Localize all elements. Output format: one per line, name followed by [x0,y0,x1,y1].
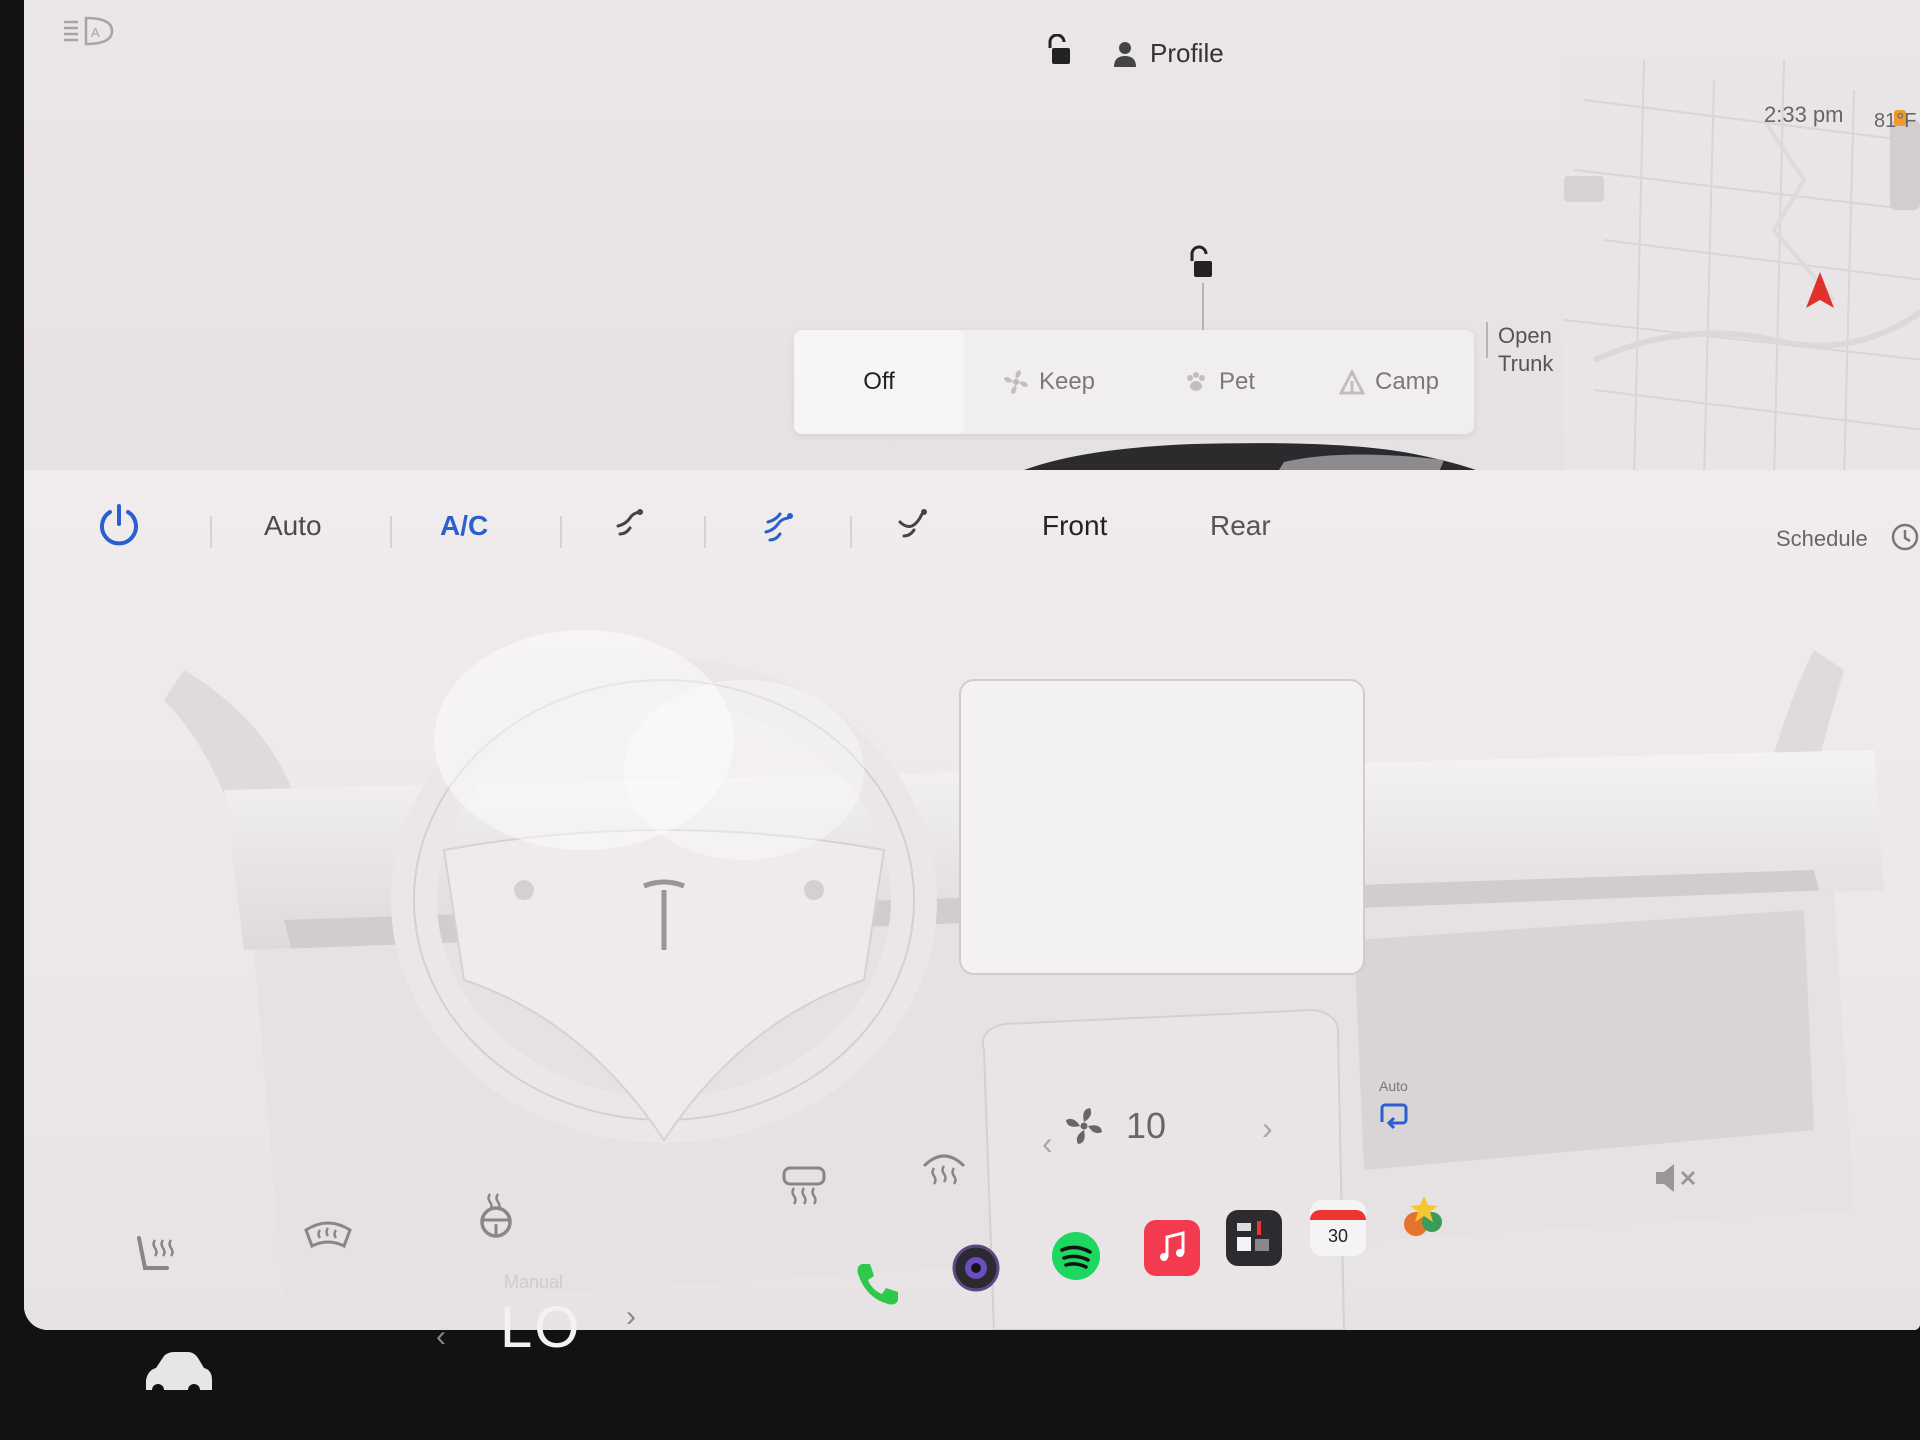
rear-defrost-icon[interactable] [778,1160,830,1212]
mute-icon[interactable] [1652,1160,1698,1196]
toybox-icon [1237,1221,1269,1251]
fan-speed-control: 10 [1064,1105,1166,1147]
temp-mode-label: Manual [504,1272,564,1292]
front-defrost-icon[interactable] [918,1144,970,1196]
toybox-app[interactable] [1226,1210,1282,1266]
car-icon[interactable] [140,1346,212,1400]
mode-keep-label: Keep [1038,368,1096,395]
recirculate-icon[interactable] [1376,1100,1412,1132]
divider [850,516,852,548]
schedule-button[interactable]: Schedule [1776,526,1868,552]
windshield-defrost-icon[interactable] [302,1210,354,1262]
car-lock-icon[interactable] [1186,245,1216,281]
divider [560,516,562,548]
calendar-app[interactable]: 30 [1310,1200,1366,1256]
temp-decrease-button[interactable]: ‹ [436,1320,446,1354]
fan-icon [1003,370,1028,394]
airflow-face-icon[interactable] [610,504,650,544]
fan-increase-button[interactable]: › [1262,1110,1273,1147]
recirculate-mode-label: Auto [1379,1078,1408,1094]
games-icon [1404,1196,1442,1236]
mode-off-button[interactable]: Off [794,330,964,434]
seat-heater-icon[interactable] [129,1230,181,1282]
mode-camp-button[interactable]: Camp [1304,330,1474,434]
touchscreen: A Profile 2:33 pm 81°F Open Trunk Off Ke… [24,0,1920,1330]
fan-decrease-button[interactable]: ‹ [1042,1125,1053,1162]
person-icon [1114,41,1136,67]
cabin-temp-value[interactable]: LO [500,1294,581,1361]
profile-button[interactable]: Profile [1114,38,1224,69]
climate-keeper-selector: Off Keep Pet Camp [794,330,1474,434]
rear-tab[interactable]: Rear [1210,510,1271,542]
music-icon [1160,1231,1185,1261]
power-icon[interactable] [94,500,144,550]
front-tab[interactable]: Front [1042,510,1107,542]
open-trunk-button[interactable]: Open Trunk [1498,322,1568,378]
fan-speed-value: 10 [1126,1105,1167,1146]
camera-app[interactable] [948,1240,1004,1296]
ac-button[interactable]: A/C [440,510,488,542]
lock-icon[interactable] [1044,34,1074,68]
phone-icon [857,1264,898,1305]
outside-temperature: 81°F [1874,110,1917,132]
games-app[interactable] [1396,1190,1452,1246]
tent-icon [1338,369,1365,395]
phone-app[interactable] [848,1256,904,1312]
airflow-face-feet-icon[interactable] [760,504,800,544]
camera-icon [952,1244,1000,1292]
spotify-app[interactable] [1048,1228,1104,1284]
navigation-map[interactable] [1564,60,1920,480]
fan-icon [1066,1108,1102,1144]
svg-text:A: A [91,25,100,40]
clock: 2:33 pm [1764,102,1844,127]
auto-button[interactable]: Auto [264,510,322,542]
calendar-day: 30 [1327,1225,1349,1246]
spotify-icon [1052,1232,1100,1280]
profile-label: Profile [1150,38,1224,68]
steering-wheel-heater-icon[interactable] [470,1190,522,1242]
calendar-icon [1310,1209,1366,1220]
temp-increase-button[interactable]: › [626,1300,636,1334]
trunk-pointer-line [1486,322,1488,358]
divider [210,516,212,548]
divider [704,516,706,548]
paw-icon [1186,372,1205,391]
clock-icon[interactable] [1890,522,1920,552]
mode-camp-label: Camp [1374,368,1440,395]
auto-headlights-icon[interactable]: A [60,14,116,48]
mode-pet-label: Pet [1218,368,1256,395]
mode-pet-button[interactable]: Pet [1134,330,1304,434]
music-app[interactable] [1144,1220,1200,1276]
navigation-arrow-icon [1806,272,1834,308]
airflow-feet-icon[interactable] [894,504,934,544]
climate-control-bar: Auto A/C Front Rear Schedule [24,470,1920,590]
climate-panel: Auto A/C Front Rear Schedule [24,470,1920,1330]
mode-keep-button[interactable]: Keep [964,330,1134,434]
mode-off-label: Off [863,368,895,395]
divider [390,516,392,548]
